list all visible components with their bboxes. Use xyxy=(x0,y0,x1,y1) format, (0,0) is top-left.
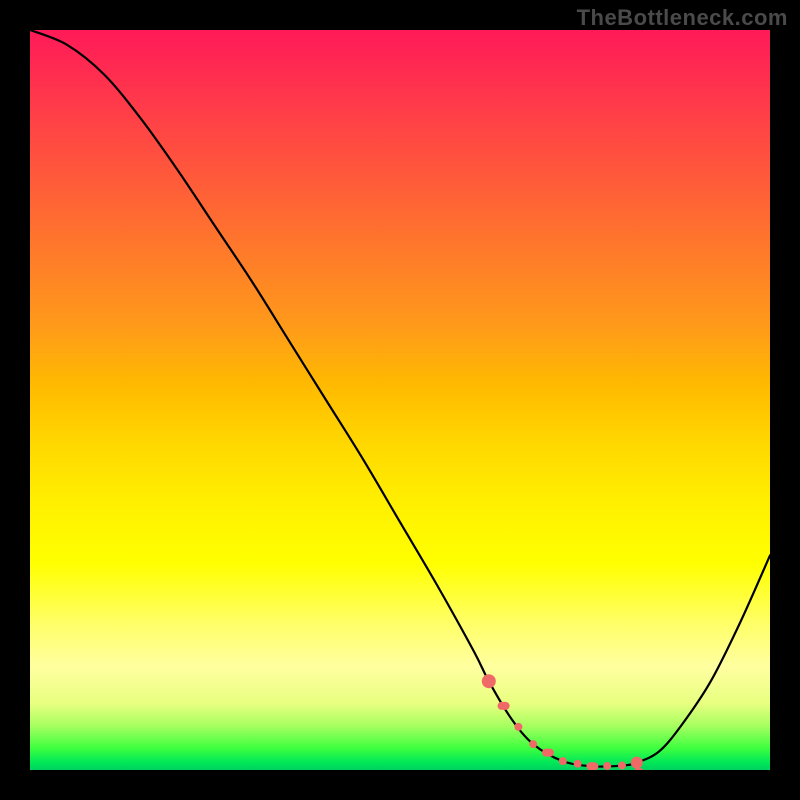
background-gradient xyxy=(30,30,770,770)
watermark-text: TheBottleneck.com xyxy=(577,5,788,31)
plot-area xyxy=(30,30,770,770)
chart-frame: TheBottleneck.com xyxy=(0,0,800,800)
